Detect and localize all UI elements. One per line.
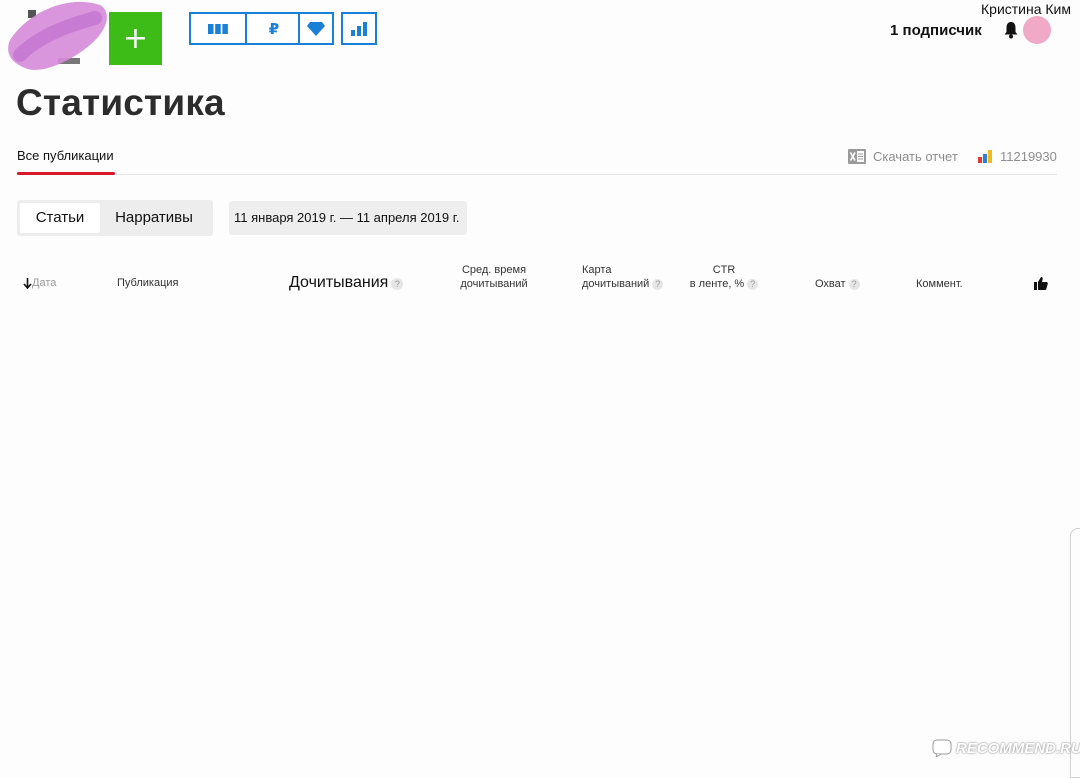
download-report-link[interactable]: Скачать отчет [848,149,958,164]
column-date[interactable]: Дата [23,276,56,290]
like-icon[interactable] [1034,277,1048,290]
column-reads-label: Дочитывания [289,274,389,291]
monetization-button[interactable]: ₽ [245,14,301,43]
column-reach[interactable]: Охват? [815,277,860,291]
metrika-icon [978,150,992,163]
add-publication-button[interactable]: + [109,12,162,65]
bell-icon[interactable] [1004,21,1018,39]
segment-narratives[interactable]: Нарративы [100,203,208,233]
column-avg-time[interactable]: Сред. время дочитываний [452,263,536,291]
column-ctr-line1: CTR [712,264,736,276]
excel-icon [848,149,866,164]
statistics-button[interactable] [341,12,377,45]
segment-articles[interactable]: Статьи [20,203,100,233]
column-read-map[interactable]: Карта дочитываний? [582,263,664,291]
sort-down-icon [23,278,32,290]
page-title: Статистика [16,82,225,123]
tab-all-publications[interactable]: Все публикации [17,148,114,163]
help-icon[interactable]: ? [848,279,860,290]
column-comments[interactable]: Коммент. [916,277,963,291]
column-read-map-line2: дочитываний [582,278,650,290]
column-ctr-line2: в ленте, % [689,278,745,290]
tabs-divider [17,174,1057,175]
help-icon[interactable]: ? [747,279,759,290]
toolbar-group: ₽ [189,12,303,45]
column-avg-time-line2: дочитываний [460,278,528,290]
column-read-map-line1: Карта [582,264,612,276]
logo-scribble [8,1,107,70]
columns-icon [208,23,228,34]
help-icon[interactable]: ? [391,278,404,290]
content-type-switch: Статьи Нарративы [17,200,213,236]
column-avg-time-line1: Сред. время [461,264,527,276]
metrika-id: 11219930 [1000,149,1057,164]
ruble-icon: ₽ [268,19,280,38]
user-name[interactable]: Кристина Ким [981,1,1071,17]
column-publication[interactable]: Публикация [117,276,178,290]
columns-button[interactable] [191,14,245,43]
avatar[interactable] [1023,16,1051,44]
date-range-picker[interactable]: 11 января 2019 г. — 11 апреля 2019 г. [229,201,467,235]
column-reads[interactable]: Дочитывания? [289,274,404,292]
column-ctr[interactable]: CTR в ленте, %? [682,263,766,291]
subscribers-count[interactable]: 1 подписчик [890,22,982,39]
diamond-icon [307,21,325,36]
watermark: RECOMMEND.RU [932,739,1080,757]
download-report-label: Скачать отчет [873,149,958,164]
help-icon[interactable]: ? [652,279,664,290]
active-tab-indicator [17,172,115,175]
metrika-counter[interactable]: 11219930 [978,149,1057,164]
column-reach-label: Охват [815,278,846,290]
watermark-text: RECOMMEND.RU [956,739,1080,757]
bar-chart-icon [351,21,367,36]
watermark-logo-icon [932,739,952,757]
column-date-label: Дата [32,277,57,289]
premium-button[interactable] [298,12,334,45]
